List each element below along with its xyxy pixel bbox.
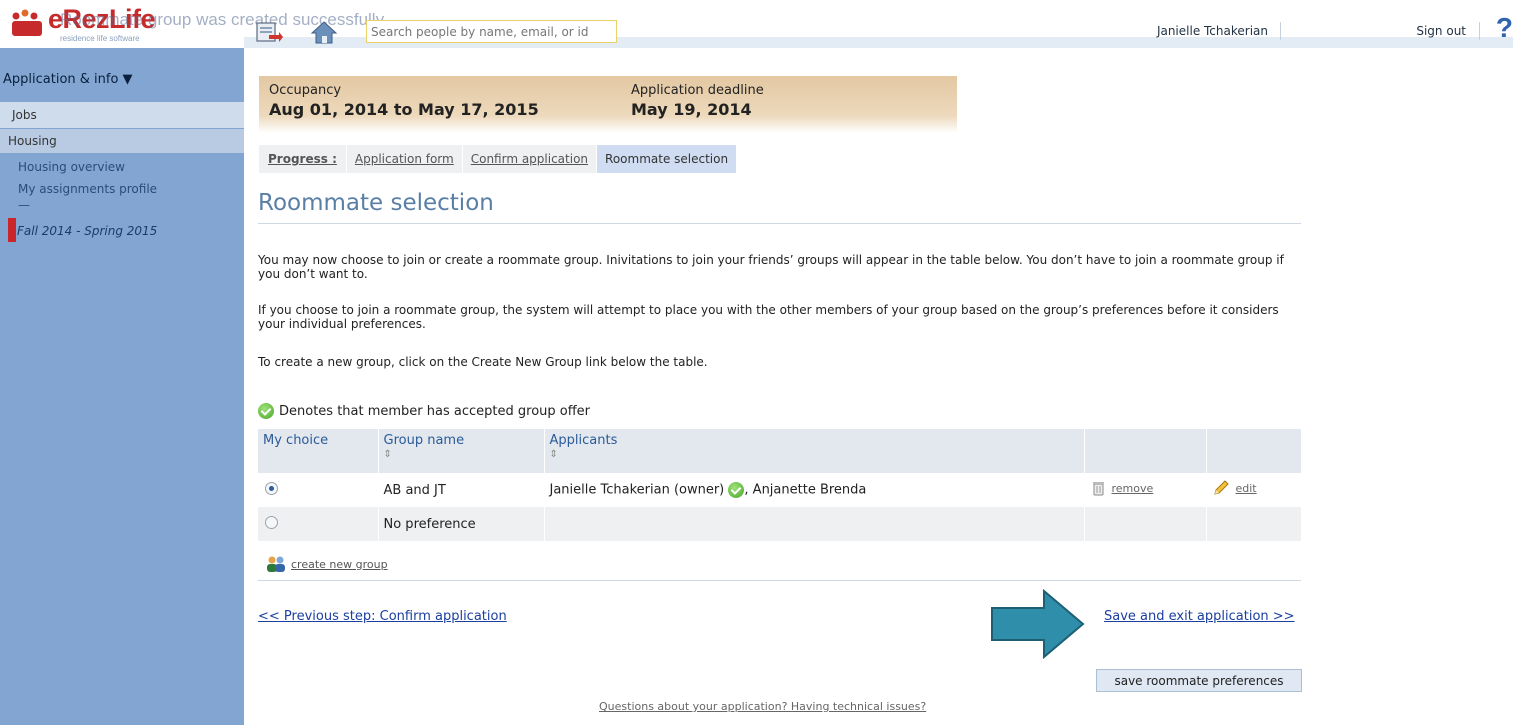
table-row: AB and JT Janielle Tchakerian (owner) , … xyxy=(258,473,1302,507)
legend-text: Denotes that member has accepted group o… xyxy=(279,403,591,419)
sign-out-link[interactable]: Sign out xyxy=(1416,24,1466,38)
intro-paragraph: You may now choose to join or create a r… xyxy=(258,253,1284,281)
separator xyxy=(1479,22,1480,40)
group-name-cell: AB and JT xyxy=(378,473,545,507)
group-name-cell: No preference xyxy=(378,507,545,541)
trash-icon xyxy=(1092,482,1104,496)
column-header-my-choice: My choice xyxy=(258,429,379,473)
active-term-marker xyxy=(8,218,16,242)
page-title: Roommate selection xyxy=(258,190,494,216)
home-icon[interactable] xyxy=(311,20,337,44)
exit-application-icon[interactable] xyxy=(255,20,283,44)
help-footer-link[interactable]: Questions about your application? Having… xyxy=(599,700,926,713)
sidebar: Application & info ▼ Jobs Housing Housin… xyxy=(0,48,244,725)
occupancy-value: Aug 01, 2014 to May 17, 2015 xyxy=(269,100,539,119)
accepted-legend: Denotes that member has accepted group o… xyxy=(258,403,590,419)
sidebar-item-housing-overview[interactable]: Housing overview xyxy=(18,160,125,174)
people-logo-icon xyxy=(12,9,42,36)
create-new-group-link[interactable]: create new group xyxy=(265,555,388,573)
help-icon[interactable]: ? xyxy=(1496,12,1513,44)
right-arrow-icon xyxy=(991,588,1085,660)
deadline-value: May 19, 2014 xyxy=(631,100,752,119)
sort-icon[interactable]: ⇕ xyxy=(550,449,1079,460)
deadline-label: Application deadline xyxy=(631,83,764,98)
remove-cell: remove xyxy=(1084,473,1207,507)
sidebar-item-housing[interactable]: Housing xyxy=(0,129,244,153)
group-paragraph: If you choose to join a roommate group, … xyxy=(258,303,1279,331)
applicants-cell: Janielle Tchakerian (owner) , Anjanette … xyxy=(544,473,1085,507)
column-header-remove xyxy=(1084,429,1207,473)
accepted-check-icon xyxy=(258,403,274,419)
no-preference-radio[interactable] xyxy=(265,515,278,529)
search-input[interactable] xyxy=(366,20,617,43)
sidebar-item-term[interactable]: Fall 2014 - Spring 2015 xyxy=(17,224,157,238)
applicant-others: , Anjanette Brenda xyxy=(744,482,867,498)
remove-cell xyxy=(1084,507,1207,541)
occupancy-label: Occupancy xyxy=(269,83,342,98)
progress-steps: Progress : Application form Confirm appl… xyxy=(259,145,738,173)
divider xyxy=(258,580,1301,581)
choice-cell xyxy=(258,473,379,507)
edit-cell xyxy=(1206,507,1302,541)
divider xyxy=(258,223,1301,224)
table-row: No preference xyxy=(258,507,1302,541)
choice-cell xyxy=(258,507,379,541)
user-name-link[interactable]: Janielle Tchakerian xyxy=(1157,24,1268,38)
applicant-owner: Janielle Tchakerian (owner) xyxy=(549,482,725,498)
sidebar-dash: — xyxy=(18,198,30,212)
step-confirm-application[interactable]: Confirm application xyxy=(462,145,598,173)
save-and-exit-link[interactable]: Save and exit application >> xyxy=(1104,609,1295,624)
edit-cell: edit xyxy=(1206,473,1302,507)
remove-link[interactable]: remove xyxy=(1090,480,1153,496)
column-header-edit xyxy=(1206,429,1302,473)
column-header-applicants[interactable]: Applicants ⇕ xyxy=(544,429,1085,473)
edit-link[interactable]: edit xyxy=(1212,479,1257,497)
top-bar: eRezLife residence life software Roommat… xyxy=(0,0,1513,48)
column-header-group-name[interactable]: Group name ⇕ xyxy=(378,429,545,473)
pencil-icon xyxy=(1213,480,1229,495)
create-paragraph: To create a new group, click on the Crea… xyxy=(258,355,708,369)
sidebar-section-title[interactable]: Application & info ▼ xyxy=(3,72,133,87)
sort-icon[interactable]: ⇕ xyxy=(384,449,539,460)
save-roommate-preferences-button[interactable]: save roommate preferences xyxy=(1096,669,1302,692)
step-application-form[interactable]: Application form xyxy=(346,145,463,173)
add-group-icon xyxy=(267,556,285,572)
application-info-box: Occupancy Aug 01, 2014 to May 17, 2015 A… xyxy=(259,76,957,133)
group-choice-radio[interactable] xyxy=(265,481,278,495)
separator xyxy=(1280,22,1281,40)
logo-tagline: residence life software xyxy=(60,34,140,43)
roommate-groups-table: My choice Group name ⇕ Applicants ⇕ AB and… xyxy=(258,429,1302,541)
accepted-check-icon xyxy=(728,482,745,498)
sidebar-item-assignments-profile[interactable]: My assignments profile xyxy=(18,182,157,196)
step-roommate-selection: Roommate selection xyxy=(597,145,738,173)
applicants-cell xyxy=(544,507,1085,541)
sidebar-item-jobs[interactable]: Jobs xyxy=(0,102,244,128)
previous-step-link[interactable]: << Previous step: Confirm application xyxy=(258,609,507,624)
progress-label: Progress : xyxy=(259,145,347,173)
